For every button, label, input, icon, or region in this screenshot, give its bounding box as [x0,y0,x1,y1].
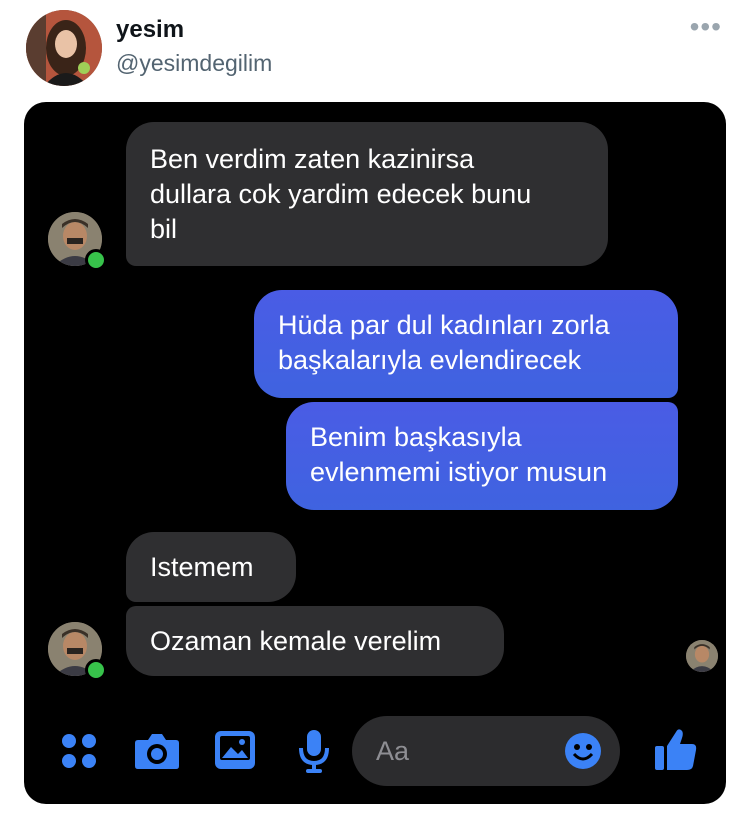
message-line: dullara cok yardim edecek bunu [150,179,532,209]
message-input-placeholder: Aa [376,736,410,766]
message-line: bil [150,214,178,244]
message-line: Ozaman kemale verelim [150,626,442,656]
message-line: Hüda par dul kadınları zorla [278,310,610,340]
online-status-dot [85,249,107,271]
online-status-dot [85,659,107,681]
incoming-message: Ozaman kemale verelim [126,606,504,676]
message-line: Istemem [150,552,254,582]
profile-avatar[interactable] [26,10,102,86]
message-line: Ben verdim zaten kazinirsa [150,144,475,174]
outgoing-message: Benim başkasıyla evlenmemi istiyor musun [286,402,678,510]
image-gallery-icon[interactable] [214,730,256,775]
message-input[interactable]: Aa [352,716,620,786]
message-line: evlenmemi istiyor musun [310,457,608,487]
incoming-message: Istemem [126,532,296,602]
user-handle[interactable]: @yesimdegilim [116,50,272,77]
outgoing-message: Hüda par dul kadınları zorla başkalarıyl… [254,290,678,398]
apps-grid-icon[interactable] [60,732,98,775]
more-horizontal-icon[interactable]: ••• [690,13,722,41]
chat-screenshot: Ben verdim zaten kazinirsa dullara cok y… [24,102,726,804]
read-receipt-avatar [686,640,718,672]
emoji-icon[interactable] [564,732,602,775]
camera-icon[interactable] [134,730,180,775]
incoming-message: Ben verdim zaten kazinirsa dullara cok y… [126,122,608,266]
microphone-icon[interactable] [298,728,330,779]
message-line: başkalarıyla evlendirecek [278,345,582,375]
display-name[interactable]: yesim [116,16,184,44]
message-line: Benim başkasıyla [310,422,522,452]
thumbs-up-icon[interactable] [654,726,698,777]
